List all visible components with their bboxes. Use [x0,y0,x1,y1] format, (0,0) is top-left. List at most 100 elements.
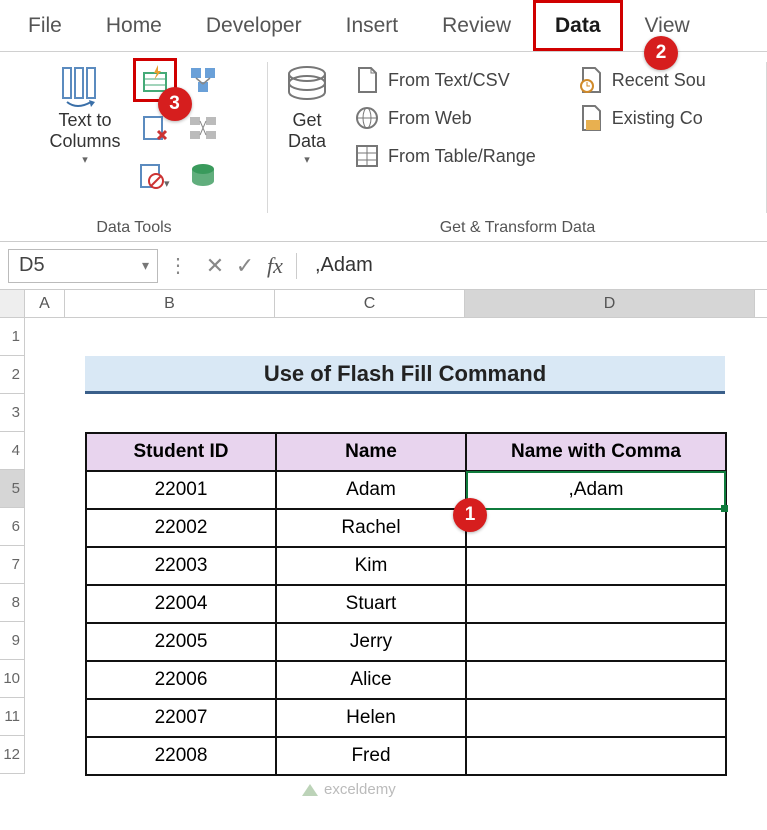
divider [296,253,297,279]
table-cell[interactable]: 22004 [86,585,276,623]
header-student-id: Student ID [86,433,276,471]
data-table: Student ID Name Name with Comma 22001Ada… [85,432,727,776]
formula-input[interactable]: ,Adam [303,254,759,277]
row-header[interactable]: 6 [0,508,25,546]
get-data-icon [282,62,332,108]
col-header-B[interactable]: B [65,290,275,317]
row-header[interactable]: 5 [0,470,25,508]
from-web-label: From Web [388,108,472,129]
row-header[interactable]: 9 [0,622,25,660]
select-all-corner[interactable] [0,290,25,317]
flash-fill-button[interactable]: 3 [133,58,177,102]
ribbon: Text toColumns ▾ 3 [0,52,767,242]
row-header[interactable]: 7 [0,546,25,584]
from-table-range-button[interactable]: From Table/Range [348,140,542,172]
recent-sources-button[interactable]: Recent Sou [572,64,712,96]
chevron-down-icon[interactable]: ▾ [142,257,149,274]
table-cell[interactable]: Jerry [276,623,466,661]
column-header-row: A B C D [0,290,767,318]
globe-icon [354,104,380,132]
watermark: exceldemy [300,780,396,798]
consolidate-icon [188,65,218,95]
text-to-columns-icon [59,62,111,108]
clock-icon [578,66,604,94]
file-icon [354,66,380,94]
formula-bar: D5 ▾ ⋮ ✕ ✓ fx ,Adam [0,242,767,290]
table-icon [354,142,380,170]
table-cell[interactable]: Adam [276,471,466,509]
from-text-csv-button[interactable]: From Text/CSV [348,64,542,96]
table-cell[interactable]: Alice [276,661,466,699]
row-header[interactable]: 12 [0,736,25,774]
row-header[interactable]: 8 [0,584,25,622]
get-data-button[interactable]: GetData ▾ [276,58,338,170]
logo-icon [300,780,320,798]
table-cell[interactable]: 22001 [86,471,276,509]
table-cell[interactable] [466,623,726,661]
table-cell[interactable]: Kim [276,547,466,585]
file-icon [578,104,604,132]
table-cell[interactable]: ,Adam [466,471,726,509]
tab-bar: File Home Developer Insert Review Data V… [0,0,767,52]
sheet-area[interactable]: Use of Flash Fill Command Student ID Nam… [25,318,767,774]
table-cell[interactable] [466,737,726,775]
step-badge-2: 2 [644,36,678,70]
from-text-csv-label: From Text/CSV [388,70,510,91]
table-cell[interactable] [466,547,726,585]
row-header[interactable]: 10 [0,660,25,698]
table-cell[interactable]: Stuart [276,585,466,623]
chevron-down-icon: ▾ [82,153,88,166]
tab-developer[interactable]: Developer [184,0,324,51]
table-cell[interactable]: 22005 [86,623,276,661]
tab-data[interactable]: Data [533,0,623,51]
table-cell[interactable]: Fred [276,737,466,775]
insert-function-button[interactable]: fx [260,253,290,279]
grid: 1 2 3 4 5 6 7 8 9 10 11 12 Use of Flash … [0,318,767,774]
name-box[interactable]: D5 ▾ [8,249,158,283]
tab-review[interactable]: Review [420,0,533,51]
cancel-formula-button[interactable]: ✕ [200,253,230,279]
table-cell[interactable]: 22008 [86,737,276,775]
data-validation-icon: ▾ [138,161,172,191]
group-get-transform: GetData ▾ From Text/CSV From Web From Ta… [268,52,767,241]
manage-data-model-button[interactable] [181,154,225,198]
text-to-columns-button[interactable]: Text toColumns ▾ [43,58,126,170]
row-header[interactable]: 11 [0,698,25,736]
from-table-label: From Table/Range [388,146,536,167]
existing-connections-button[interactable]: Existing Co [572,102,712,134]
row-header[interactable]: 1 [0,318,25,356]
sheet-title: Use of Flash Fill Command [85,356,725,394]
text-to-columns-label: Text toColumns [49,110,120,151]
table-cell[interactable]: Rachel [276,509,466,547]
table-cell[interactable] [466,661,726,699]
table-cell[interactable]: 22002 [86,509,276,547]
table-cell[interactable]: 22006 [86,661,276,699]
tab-insert[interactable]: Insert [324,0,421,51]
existing-connections-label: Existing Co [612,108,703,129]
row-header-col: 1 2 3 4 5 6 7 8 9 10 11 12 [0,318,25,774]
data-validation-button[interactable]: ▾ [133,154,177,198]
col-header-C[interactable]: C [275,290,465,317]
step-badge-1: 1 [453,498,487,532]
table-cell[interactable]: Helen [276,699,466,737]
chevron-down-icon: ▾ [304,153,310,166]
header-name: Name [276,433,466,471]
tab-home[interactable]: Home [84,0,184,51]
tab-file[interactable]: File [6,0,84,51]
accept-formula-button[interactable]: ✓ [230,253,260,279]
col-header-A[interactable]: A [25,290,65,317]
row-header[interactable]: 2 [0,356,25,394]
table-cell[interactable] [466,585,726,623]
header-name-comma: Name with Comma [466,433,726,471]
divider: ⋮ [168,253,190,278]
table-cell[interactable]: 22003 [86,547,276,585]
table-cell[interactable] [466,509,726,547]
from-web-button[interactable]: From Web [348,102,542,134]
get-data-label: GetData [288,110,326,151]
col-header-D[interactable]: D [465,290,755,317]
table-cell[interactable]: 22007 [86,699,276,737]
row-header[interactable]: 4 [0,432,25,470]
table-cell[interactable] [466,699,726,737]
row-header[interactable]: 3 [0,394,25,432]
name-box-value: D5 [19,254,45,277]
